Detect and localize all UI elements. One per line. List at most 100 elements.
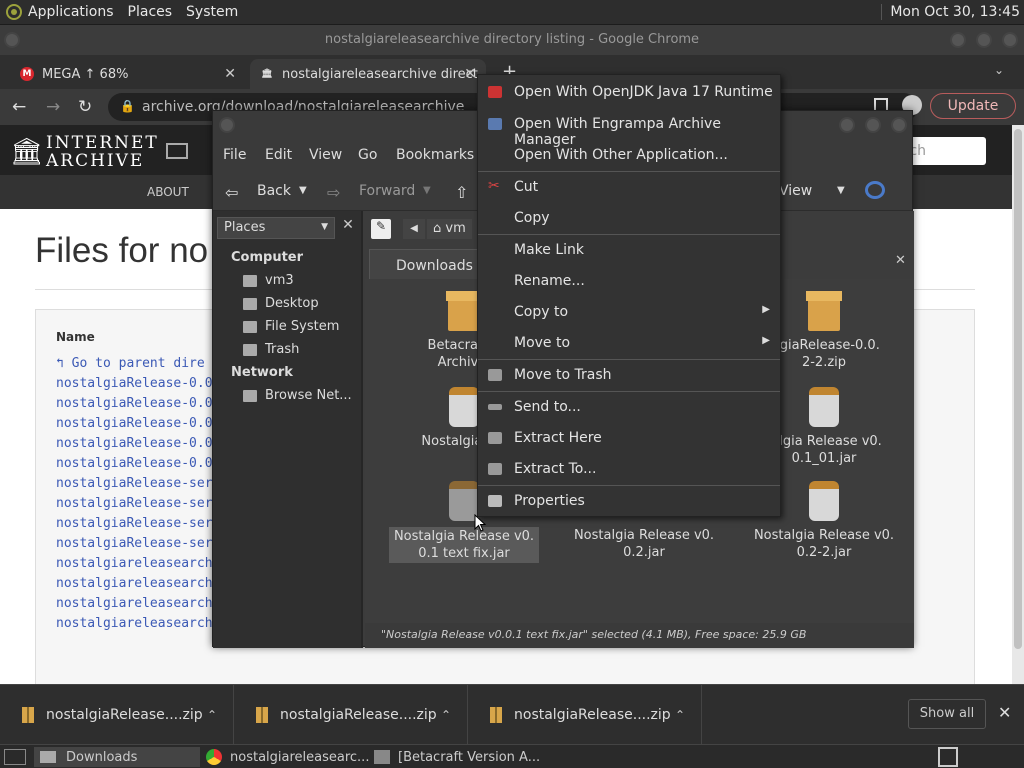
- download-item[interactable]: nostalgiaRelease....zip ⌃: [468, 685, 702, 745]
- reload-icon[interactable]: ↻: [78, 97, 92, 117]
- parent-dir-link[interactable]: ↰ Go to parent dire: [56, 356, 205, 371]
- fm-menu-bookmarks[interactable]: Bookmarks: [396, 147, 474, 163]
- fm-forward-dropdown-icon[interactable]: ▼: [423, 185, 431, 196]
- menu-item-move-to[interactable]: Move to ▶: [478, 328, 780, 358]
- update-button[interactable]: Update: [930, 93, 1016, 119]
- panel-menu-system[interactable]: System: [186, 4, 238, 20]
- sidebar-item-vm3[interactable]: vm3: [243, 273, 294, 288]
- chevron-up-icon[interactable]: ⌃: [207, 708, 217, 722]
- fm-menu-view[interactable]: View: [309, 147, 342, 163]
- menu-item-open-java[interactable]: Open With OpenJDK Java 17 Runtime: [478, 77, 780, 107]
- ia-nav-about[interactable]: ABOUT: [147, 185, 189, 199]
- close-icon[interactable]: [1002, 32, 1018, 48]
- forward-arrow-icon[interactable]: →: [46, 97, 60, 117]
- fm-menu-file[interactable]: File: [223, 147, 246, 163]
- sidebar-item-desktop[interactable]: Desktop: [243, 296, 319, 311]
- menu-item-extract-here[interactable]: Extract Here: [478, 423, 780, 453]
- back-arrow-icon[interactable]: ←: [12, 97, 26, 117]
- menu-item-send-to[interactable]: Send to...: [478, 392, 780, 422]
- scrollbar-thumb[interactable]: [1014, 129, 1022, 649]
- fm-minimize-icon[interactable]: [839, 117, 855, 133]
- download-item[interactable]: nostalgiaRelease....zip ⌃: [0, 685, 234, 745]
- fm-maximize-icon[interactable]: [865, 117, 881, 133]
- distro-logo-icon[interactable]: [6, 4, 22, 20]
- file-link[interactable]: nostalgiaRelease-0.0: [56, 376, 213, 391]
- panel-menu-places[interactable]: Places: [128, 4, 173, 20]
- menu-item-rename[interactable]: Rename...: [478, 266, 780, 296]
- ia-logo-line2[interactable]: ARCHIVE: [46, 151, 144, 171]
- chevron-up-icon[interactable]: ⌃: [675, 708, 685, 722]
- page-scrollbar[interactable]: [1012, 125, 1024, 685]
- file-link[interactable]: nostalgiaRelease-0.0: [56, 456, 213, 471]
- minimize-icon[interactable]: [950, 32, 966, 48]
- file-link[interactable]: nostalgiareleasearch: [56, 556, 213, 571]
- fm-tab-close-icon[interactable]: ✕: [895, 253, 906, 268]
- fm-menu-edit[interactable]: Edit: [265, 147, 292, 163]
- path-left-arrow-icon[interactable]: ◀: [403, 219, 425, 239]
- taskbar-item-chrome[interactable]: nostalgiareleasearc...: [206, 747, 374, 767]
- fm-close-icon[interactable]: [891, 117, 907, 133]
- fm-back-dropdown-icon[interactable]: ▼: [299, 185, 307, 196]
- menu-item-copy[interactable]: Copy: [478, 203, 780, 233]
- path-button-vm[interactable]: ⌂ vm: [427, 219, 472, 239]
- fm-up-icon[interactable]: ⇧: [455, 183, 468, 202]
- chevron-up-icon[interactable]: ⌃: [441, 708, 451, 722]
- file-link[interactable]: nostalgiareleasearch: [56, 596, 213, 611]
- menu-item-extract-to[interactable]: Extract To...: [478, 454, 780, 484]
- tab-mega[interactable]: M MEGA ↑ 68% ✕: [10, 59, 246, 89]
- fm-search-icon[interactable]: [865, 181, 885, 199]
- fm-forward-button[interactable]: Forward: [359, 183, 415, 199]
- menu-item-copy-to[interactable]: Copy to ▶: [478, 297, 780, 327]
- tab-close-icon[interactable]: ✕: [224, 66, 236, 82]
- file-link[interactable]: nostalgiaRelease-ser: [56, 516, 213, 531]
- fm-menu-go[interactable]: Go: [358, 147, 377, 163]
- file-link[interactable]: nostalgiaRelease-ser: [56, 536, 213, 551]
- sidebar-item-browse-network[interactable]: Browse Net...: [243, 388, 352, 403]
- file-link[interactable]: nostalgiaRelease-0.0: [56, 436, 213, 451]
- ia-logo-icon[interactable]: 🏛: [10, 137, 43, 167]
- menu-item-make-link[interactable]: Make Link: [478, 235, 780, 265]
- fm-view-label[interactable]: View: [779, 183, 812, 199]
- taskbar-item-betacraft[interactable]: [Betacraft Version A...: [374, 747, 544, 767]
- show-desktop-icon[interactable]: [4, 749, 26, 765]
- lock-icon[interactable]: 🔒: [120, 99, 135, 113]
- show-all-button[interactable]: Show all: [908, 699, 986, 729]
- sidebar-item-filesystem[interactable]: File System: [243, 319, 339, 334]
- tab-close-icon[interactable]: ✕: [464, 66, 476, 82]
- maximize-icon[interactable]: [976, 32, 992, 48]
- workspace-switcher-icon[interactable]: [938, 747, 958, 767]
- web-icon[interactable]: [166, 143, 188, 159]
- file-link[interactable]: nostalgiareleasearch: [56, 576, 213, 591]
- file-link[interactable]: nostalgiareleasearch: [56, 616, 213, 631]
- taskbar-item-downloads[interactable]: Downloads: [34, 747, 200, 767]
- window-menu-icon[interactable]: [4, 32, 20, 48]
- table-header-name[interactable]: Name: [56, 330, 95, 344]
- fm-tab-downloads[interactable]: Downloads: [369, 249, 479, 279]
- fm-window-menu-icon[interactable]: [219, 117, 235, 133]
- file-link[interactable]: nostalgiaRelease-ser: [56, 476, 213, 491]
- desktop-folder-icon: [243, 297, 257, 310]
- places-combo[interactable]: Places ▼: [217, 217, 335, 239]
- menu-item-open-other[interactable]: Open With Other Application...: [478, 140, 780, 170]
- download-item[interactable]: nostalgiaRelease....zip ⌃: [234, 685, 468, 745]
- tab-search-chevron-icon[interactable]: ⌄: [994, 63, 1004, 77]
- menu-item-cut[interactable]: ✂ Cut: [478, 172, 780, 202]
- fm-view-dropdown-icon[interactable]: ▼: [837, 185, 845, 196]
- edit-path-icon[interactable]: ✎: [371, 219, 391, 239]
- menu-item-move-to-trash[interactable]: Move to Trash: [478, 360, 780, 390]
- panel-menu-applications[interactable]: Applications: [28, 4, 114, 20]
- close-shelf-icon[interactable]: ✕: [998, 703, 1011, 722]
- fm-forward-icon[interactable]: ⇨: [327, 183, 340, 202]
- tab-archive[interactable]: 🏛 nostalgiareleasearchive direct ✕: [250, 59, 486, 89]
- fm-back-icon[interactable]: ⇦: [225, 183, 238, 202]
- sidebar-item-trash[interactable]: Trash: [243, 342, 299, 357]
- menu-item-properties[interactable]: Properties: [478, 486, 780, 516]
- ia-logo-line1[interactable]: INTERNET: [46, 133, 159, 153]
- panel-clock[interactable]: Mon Oct 30, 13:45: [881, 4, 1020, 20]
- menu-item-open-engrampa[interactable]: Open With Engrampa Archive Manager: [478, 109, 780, 148]
- file-link[interactable]: nostalgiaRelease-0.0: [56, 416, 213, 431]
- file-link[interactable]: nostalgiaRelease-ser: [56, 496, 213, 511]
- fm-back-button[interactable]: Back: [257, 183, 291, 199]
- file-link[interactable]: nostalgiaRelease-0.0: [56, 396, 213, 411]
- sidebar-close-icon[interactable]: ✕: [339, 217, 357, 239]
